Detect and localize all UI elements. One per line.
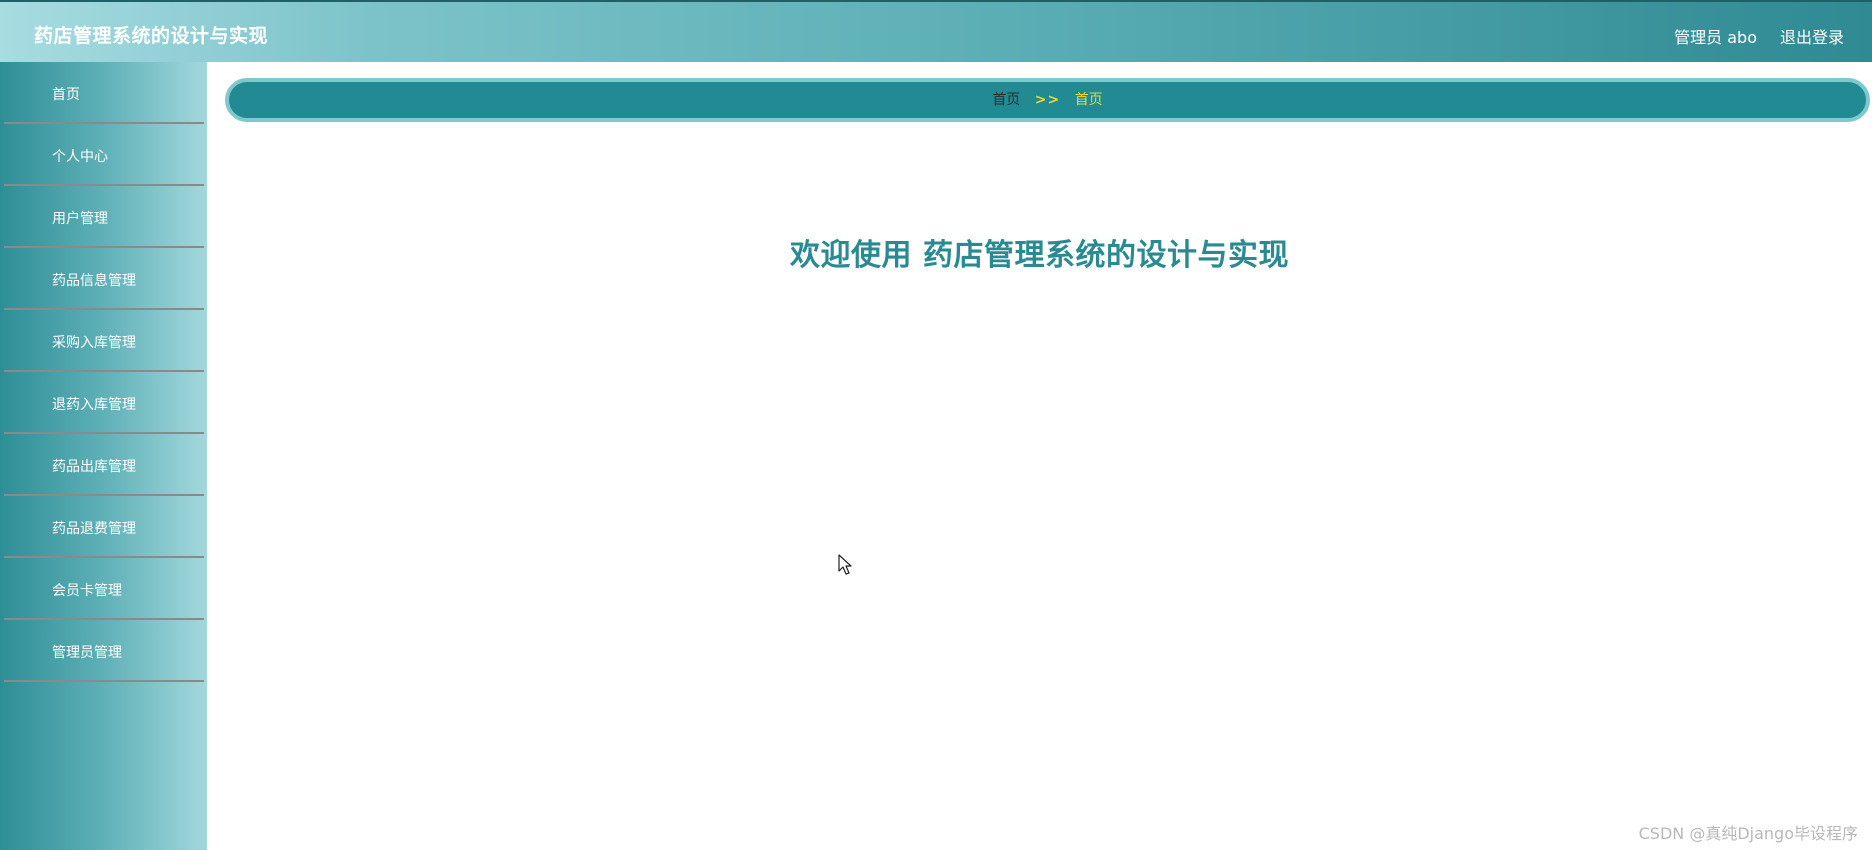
sidebar-item-drug-info-management[interactable]: 药品信息管理 [4,248,204,310]
sidebar-item-label: 用户管理 [52,211,108,227]
sidebar-menu: 首页 个人中心 用户管理 药品信息管理 采购入库管理 退药入库管理 药品出库管理… [0,62,207,850]
sidebar-item-drug-refund-management[interactable]: 药品退费管理 [4,496,204,558]
sidebar-item-admin-management[interactable]: 管理员管理 [4,620,204,682]
sidebar-item-home[interactable]: 首页 [4,62,204,124]
app-title: 药店管理系统的设计与实现 [34,25,269,47]
logout-link[interactable]: 退出登录 [1780,24,1844,48]
current-user-label: 管理员 abo [1674,28,1757,47]
watermark: CSDN @真纯Django毕设程序 [1638,824,1858,843]
app-window: 药店管理系统的设计与实现 管理员 abo 退出登录 首页 个人中心 用户管理 药… [0,0,1872,850]
sidebar-item-label: 药品出库管理 [52,459,136,475]
welcome-heading: 欢迎使用 药店管理系统的设计与实现 [790,238,1289,273]
breadcrumb: 首页 >> 首页 [225,78,1870,122]
sidebar-item-purchase-inbound-management[interactable]: 采购入库管理 [4,310,204,372]
top-header: 药店管理系统的设计与实现 管理员 abo 退出登录 [0,0,1872,62]
sidebar-item-label: 退药入库管理 [52,397,136,413]
mouse-cursor-icon [838,554,852,575]
breadcrumb-current: 首页 [1074,92,1103,108]
sidebar-item-member-card-management[interactable]: 会员卡管理 [4,558,204,620]
sidebar-item-drug-outbound-management[interactable]: 药品出库管理 [4,434,204,496]
sidebar-item-label: 药品退费管理 [52,521,136,537]
sidebar-item-label: 个人中心 [52,149,108,165]
breadcrumb-home-link[interactable]: 首页 [992,92,1020,108]
sidebar-item-label: 药品信息管理 [52,273,136,289]
sidebar-item-return-inbound-management[interactable]: 退药入库管理 [4,372,204,434]
sidebar-item-label: 首页 [52,87,80,103]
breadcrumb-separator: >> [1034,92,1061,108]
sidebar-item-label: 采购入库管理 [52,335,136,351]
sidebar-item-label: 管理员管理 [52,645,122,661]
main-content: 首页 >> 首页 欢迎使用 药店管理系统的设计与实现 [207,62,1872,850]
sidebar-item-label: 会员卡管理 [52,583,122,599]
sidebar-item-user-management[interactable]: 用户管理 [4,186,204,248]
sidebar-item-personal-center[interactable]: 个人中心 [4,124,204,186]
